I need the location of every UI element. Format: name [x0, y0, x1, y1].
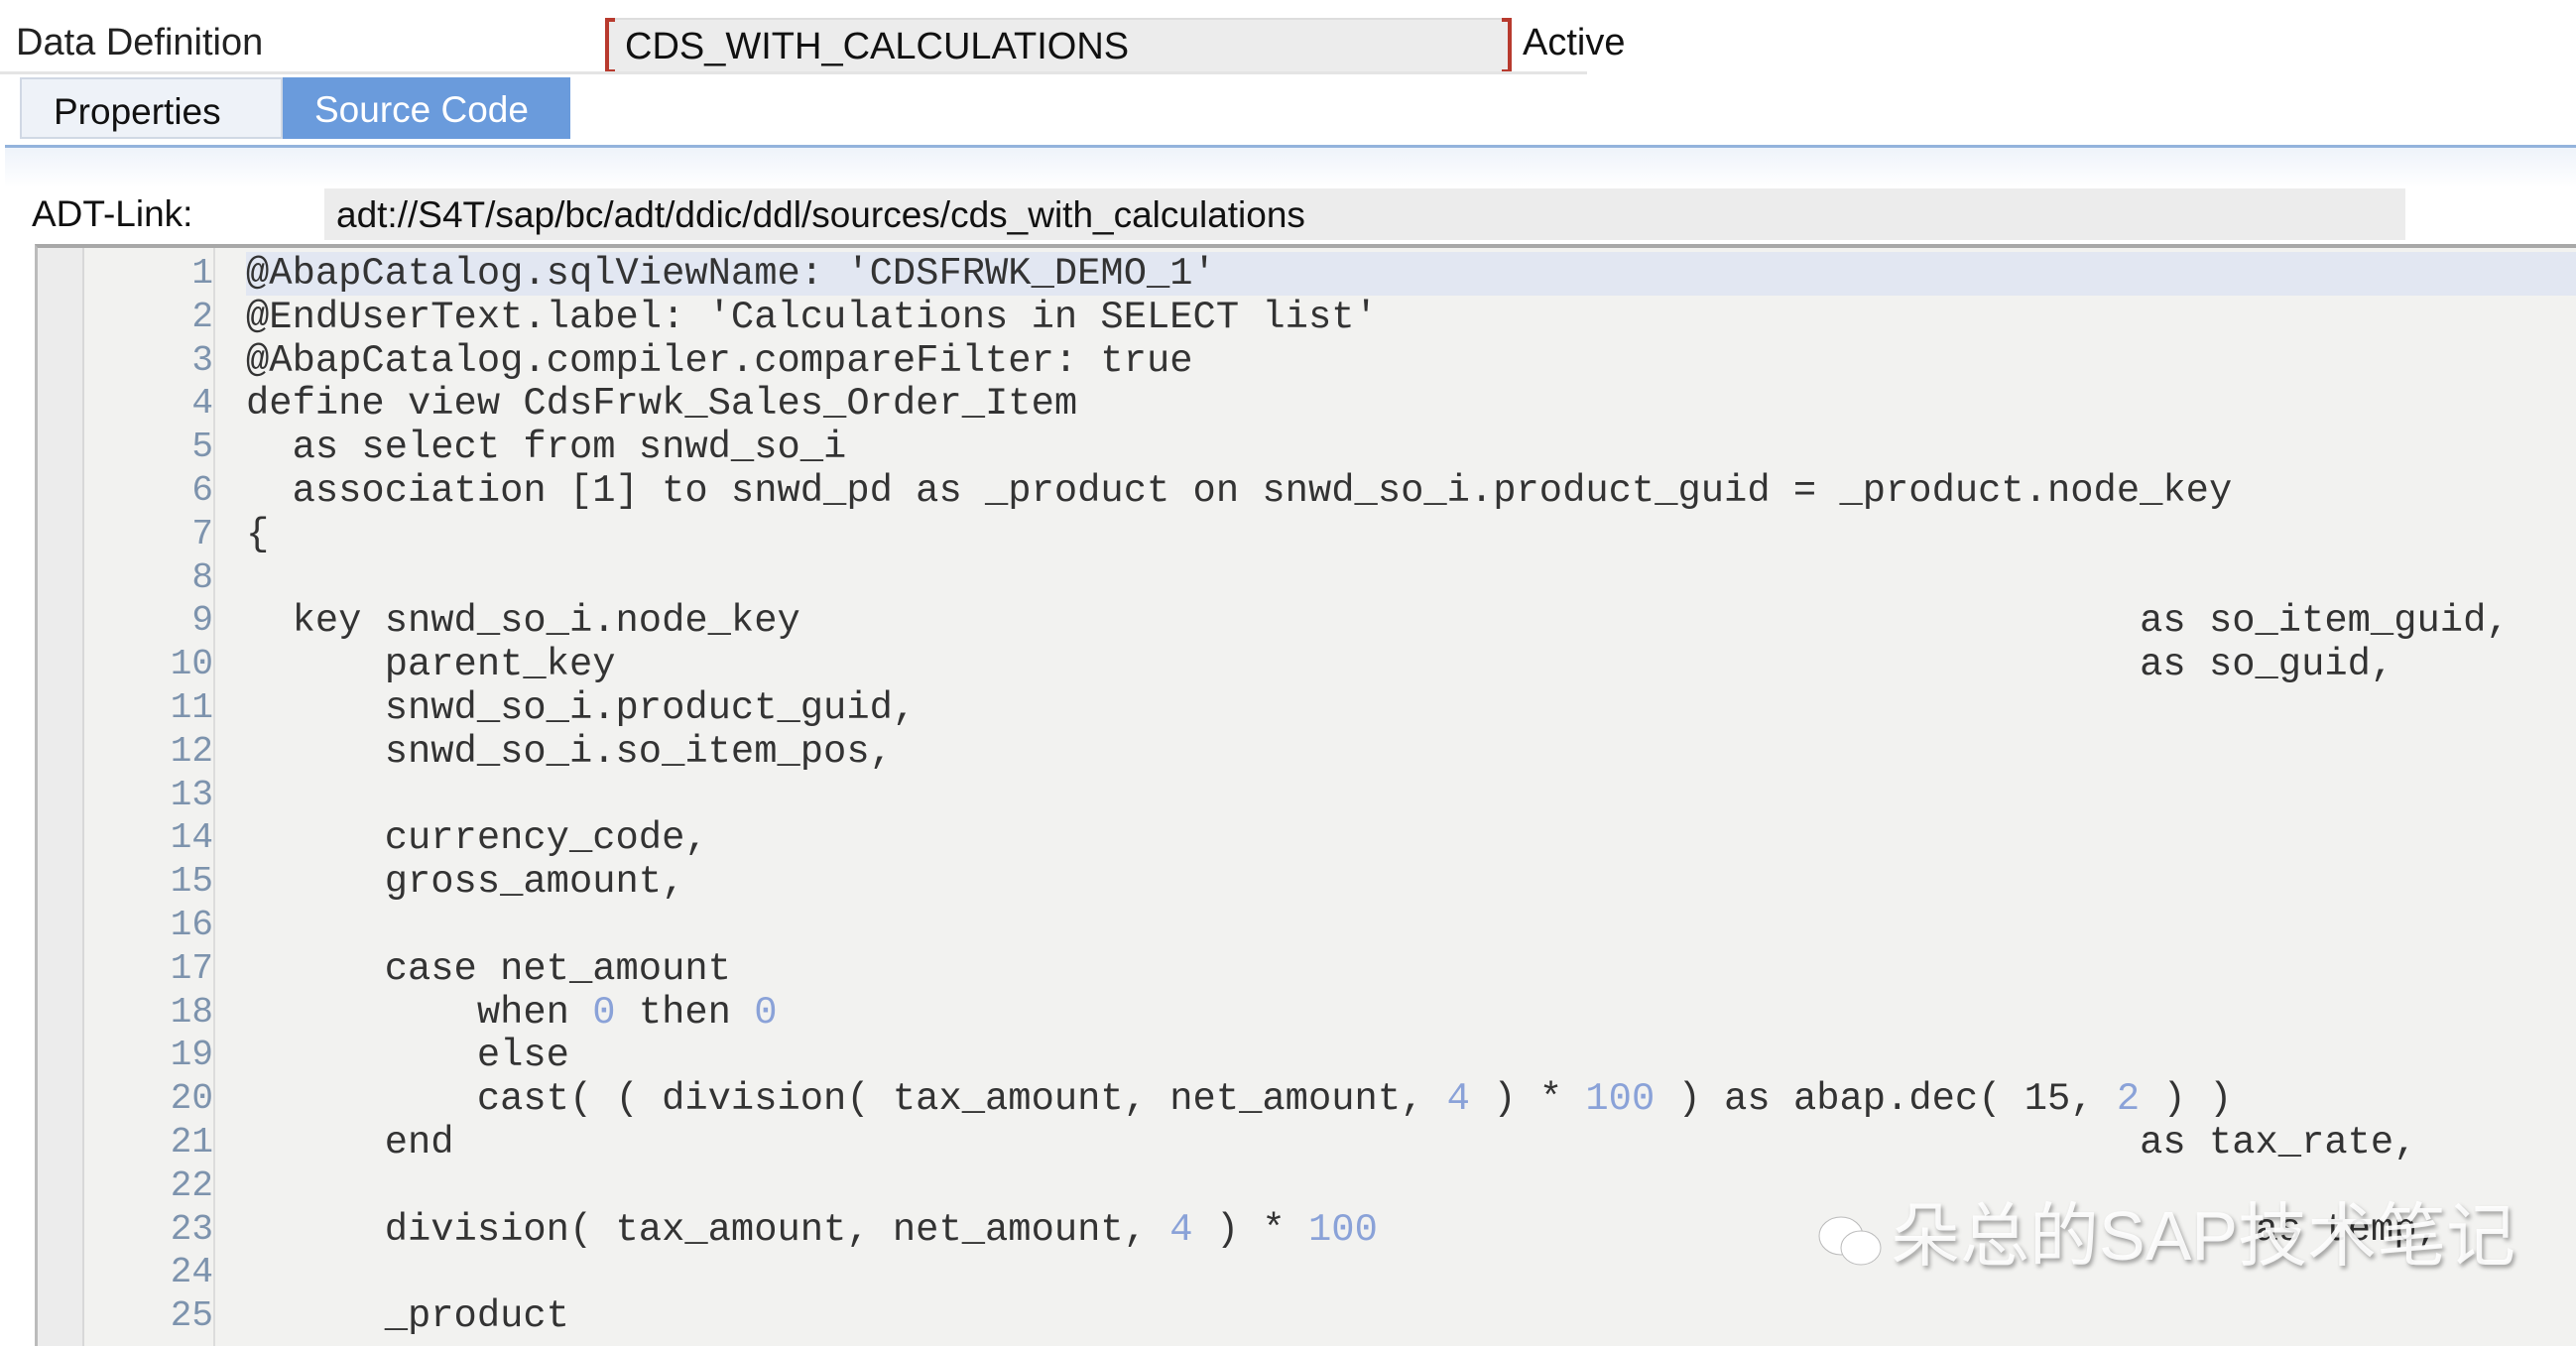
number-literal: 4: [1446, 1077, 1470, 1122]
code-text: snwd_so_i.product_guid,: [246, 686, 917, 730]
code-line: @AbapCatalog.sqlViewName: 'CDSFRWK_DEMO_…: [38, 252, 2576, 296]
adt-link-label: ADT-Link:: [32, 193, 193, 234]
code-line: association [1] to snwd_pd as _product o…: [38, 469, 2576, 513]
code-text: parent_key as so_guid,: [246, 643, 2394, 687]
code-text: ) ): [2140, 1077, 2233, 1122]
code-line: cast( ( division( tax_amount, net_amount…: [38, 1077, 2576, 1121]
number-literal: 100: [1308, 1207, 1378, 1252]
tab-source-code[interactable]: Source Code: [283, 77, 570, 139]
status-label: Active: [1523, 22, 1626, 63]
number-literal: 0: [592, 990, 616, 1035]
code-line: end as tax_rate,: [38, 1121, 2576, 1164]
code-text: else: [246, 1034, 569, 1078]
divider: [0, 71, 1587, 74]
code-text: case net_amount: [246, 946, 731, 991]
code-line: snwd_so_i.product_guid,: [38, 686, 2576, 730]
code-text: _product: [246, 1294, 569, 1339]
code-line: {: [38, 513, 2576, 556]
code-text: division( tax_amount, net_amount,: [246, 1207, 1170, 1252]
adt-link-field[interactable]: adt://S4T/sap/bc/adt/ddic/ddl/sources/cd…: [324, 188, 2405, 240]
code-text: gross_amount,: [246, 860, 685, 905]
code-text: when: [246, 990, 593, 1035]
code-text: currency_code,: [246, 816, 708, 861]
code-line: snwd_so_i.so_item_pos,: [38, 730, 2576, 774]
code-text: association [1] to snwd_pd as _product o…: [246, 469, 2233, 513]
code-text: as select from snwd_so_i: [246, 426, 847, 470]
code-text: @AbapCatalog.sqlViewName: 'CDSFRWK_DEMO_…: [246, 252, 1216, 296]
number-literal: 100: [1585, 1077, 1656, 1122]
bracket-left: [605, 18, 615, 73]
code-text: @AbapCatalog.compiler.compareFilter: tru…: [246, 338, 1193, 383]
code-line: gross_amount,: [38, 860, 2576, 904]
object-name: CDS_WITH_CALCULATIONS: [625, 26, 1130, 67]
code-text: key snwd_so_i.node_key as so_item_guid,: [246, 599, 2510, 644]
code-line: currency_code,: [38, 816, 2576, 860]
number-literal: 4: [1169, 1207, 1193, 1252]
code-line: key snwd_so_i.node_key as so_item_guid,: [38, 599, 2576, 643]
code-text: ) as abap.dec( 15,: [1655, 1077, 2117, 1122]
code-line: else: [38, 1034, 2576, 1077]
code-line: _product: [38, 1294, 2576, 1338]
code-text: cast( ( division( tax_amount, net_amount…: [246, 1077, 1447, 1122]
object-name-field[interactable]: CDS_WITH_CALCULATIONS: [605, 18, 1512, 73]
number-literal: 2: [2116, 1077, 2141, 1122]
code-line: when 0 then 0: [38, 991, 2576, 1035]
code-line: define view CdsFrwk_Sales_Order_Item: [38, 382, 2576, 426]
code-line: as select from snwd_so_i: [38, 426, 2576, 469]
code-text: snwd_so_i.so_item_pos,: [246, 729, 893, 774]
number-literal: 0: [754, 990, 778, 1035]
code-line: @AbapCatalog.compiler.compareFilter: tru…: [38, 339, 2576, 383]
editor-type-label: Data Definition: [16, 22, 264, 63]
code-text: {: [246, 512, 270, 556]
code-text: end as tax_rate,: [246, 1121, 2417, 1164]
code-line: parent_key as so_guid,: [38, 643, 2576, 686]
code-text: define view CdsFrwk_Sales_Order_Item: [246, 382, 1078, 427]
code-line: case net_amount: [38, 947, 2576, 991]
code-line: @EndUserText.label: 'Calculations in SEL…: [38, 296, 2576, 339]
tab-shadow: [5, 148, 2576, 187]
code-text: then: [615, 990, 755, 1035]
watermark: 朵总的SAP技术笔记: [1815, 1180, 2515, 1281]
wechat-icon: [1818, 1216, 1882, 1266]
tab-properties[interactable]: Properties: [20, 77, 283, 139]
code-text: @EndUserText.label: 'Calculations in SEL…: [246, 295, 1378, 339]
code-text: ) *: [1192, 1207, 1308, 1252]
watermark-text: 朵总的SAP技术笔记: [1891, 1197, 2516, 1275]
code-text: ) *: [1469, 1077, 1586, 1122]
bracket-right: [1502, 18, 1512, 73]
